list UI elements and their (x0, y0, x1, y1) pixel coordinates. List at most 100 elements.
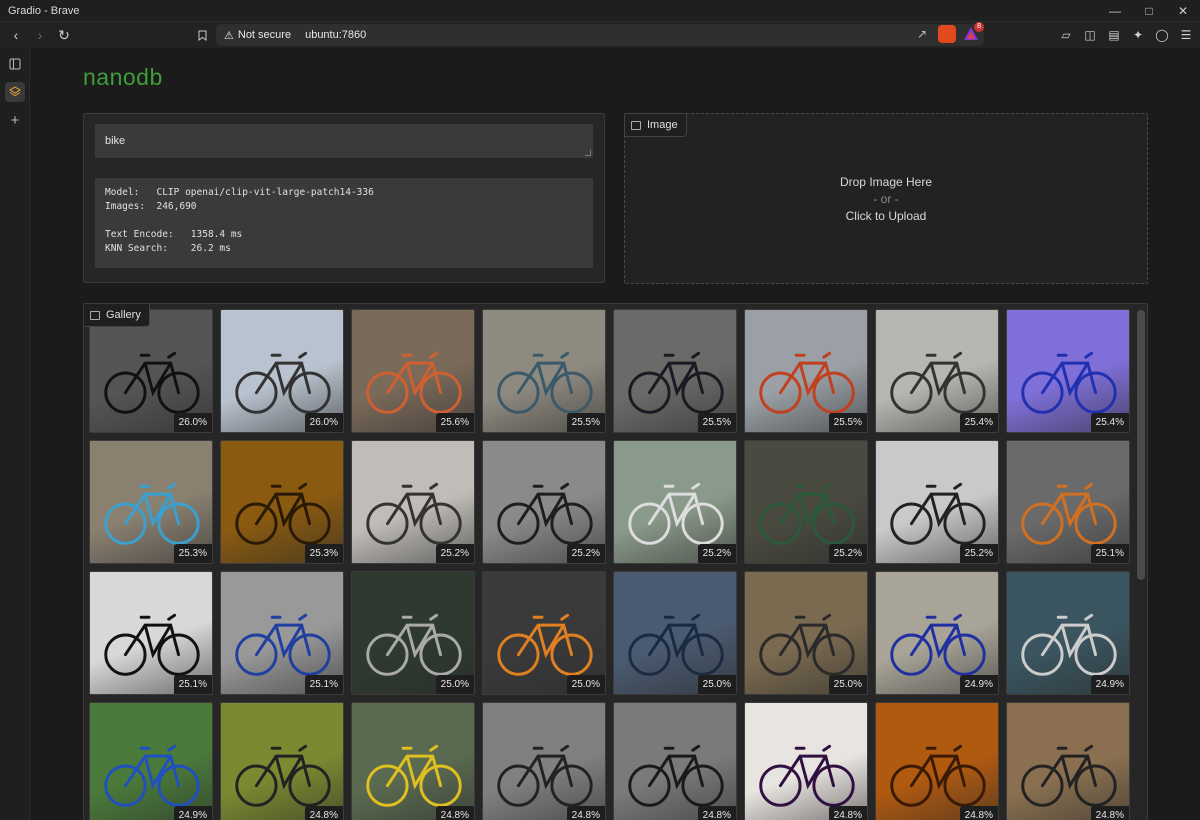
address-bar-actions: ↗ 8 (912, 22, 984, 43)
bookmark-icon[interactable] (192, 25, 212, 45)
gallery-thumbnail[interactable]: 25.5% (613, 309, 737, 433)
address-bar[interactable]: ⚠ Not secure ubuntu:7860 ↗ 8 (216, 22, 984, 46)
gallery-thumbnail[interactable]: 25.3% (220, 440, 344, 564)
similarity-score: 25.2% (828, 544, 867, 563)
similarity-score: 24.8% (304, 806, 343, 820)
gallery-thumbnail[interactable]: 24.8% (482, 702, 606, 820)
gallery-thumbnail[interactable]: 25.4% (875, 309, 999, 433)
similarity-score: 25.2% (435, 544, 474, 563)
vpn-icon[interactable]: ◯ (1152, 24, 1172, 46)
gallery-thumbnail[interactable]: 25.2% (875, 440, 999, 564)
bike-image (628, 744, 724, 807)
similarity-score: 25.3% (304, 544, 343, 563)
similarity-score: 26.0% (173, 413, 212, 432)
similarity-score: 24.9% (959, 675, 998, 694)
similarity-score: 25.2% (697, 544, 736, 563)
close-icon[interactable]: ✕ (1166, 0, 1200, 22)
page-content: nanodb bike Model: CLIP openai/clip-vit-… (31, 48, 1200, 820)
wallet-icon[interactable]: ▤ (1104, 24, 1124, 46)
gallery-thumbnail[interactable]: 25.0% (351, 571, 475, 695)
gallery-thumbnail[interactable]: 26.0% (220, 309, 344, 433)
gallery-thumbnail[interactable]: 24.8% (351, 702, 475, 820)
similarity-score: 25.1% (173, 675, 212, 694)
back-icon[interactable]: ‹ (5, 24, 27, 46)
brave-shields-icon[interactable] (938, 25, 956, 43)
scrollbar-thumb[interactable] (1137, 310, 1145, 580)
gallery-thumbnail[interactable]: 26.0% (89, 309, 213, 433)
maximize-icon[interactable]: □ (1132, 0, 1166, 22)
gallery-thumbnail[interactable]: 25.2% (482, 440, 606, 564)
gallery-thumbnail[interactable]: 25.0% (744, 571, 868, 695)
similarity-score: 26.0% (304, 413, 343, 432)
window-title: Gradio - Brave (8, 4, 80, 17)
gallery-thumbnail[interactable]: 24.8% (744, 702, 868, 820)
leo-ai-icon[interactable]: ✦ (1128, 24, 1148, 46)
forward-icon[interactable]: › (29, 24, 51, 46)
similarity-score: 25.5% (566, 413, 605, 432)
share-icon[interactable]: ↗ (912, 27, 932, 41)
similarity-score: 24.9% (173, 806, 212, 820)
similarity-score: 25.1% (304, 675, 343, 694)
sidebar-toggle-icon[interactable]: ◫ (1080, 24, 1100, 46)
warning-icon: ⚠ (224, 29, 234, 42)
similarity-score: 24.9% (1090, 675, 1129, 694)
gallery-thumbnail[interactable]: 24.8% (613, 702, 737, 820)
similarity-score: 25.4% (1090, 413, 1129, 432)
toolbar-right-icons: ▱ ◫ ▤ ✦ ◯ ☰ (1056, 24, 1196, 46)
menu-icon[interactable]: ☰ (1176, 24, 1196, 46)
gallery-thumbnail[interactable]: 25.6% (351, 309, 475, 433)
gallery-thumbnail[interactable]: 25.0% (482, 571, 606, 695)
similarity-score: 24.8% (566, 806, 605, 820)
gallery-thumbnail[interactable]: 25.2% (351, 440, 475, 564)
gallery-scrollbar[interactable] (1137, 306, 1145, 820)
query-input[interactable]: bike (95, 124, 593, 158)
similarity-score: 25.1% (1090, 544, 1129, 563)
bike-image (497, 744, 593, 807)
similarity-score: 25.5% (697, 413, 736, 432)
similarity-score: 24.8% (828, 806, 867, 820)
drop-text: Drop Image Here (839, 175, 933, 189)
extensions-icon[interactable]: ▱ (1056, 24, 1076, 46)
app-title: nanodb (83, 64, 163, 90)
bike-image (890, 744, 986, 807)
bike-image (759, 744, 855, 807)
url-text[interactable]: ubuntu:7860 (305, 29, 366, 41)
similarity-score: 25.3% (173, 544, 212, 563)
similarity-score: 25.2% (959, 544, 998, 563)
query-panel: bike Model: CLIP openai/clip-vit-large-p… (83, 113, 605, 283)
gallery-thumbnail[interactable]: 24.8% (875, 702, 999, 820)
gallery-thumbnail[interactable]: 24.9% (89, 702, 213, 820)
similarity-score: 25.4% (959, 413, 998, 432)
gallery-thumbnail[interactable]: 25.1% (1006, 440, 1130, 564)
gallery-thumbnail[interactable]: 24.9% (1006, 571, 1130, 695)
similarity-score: 25.0% (435, 675, 474, 694)
gallery-thumbnail[interactable]: 25.1% (220, 571, 344, 695)
similarity-score: 24.8% (435, 806, 474, 820)
gallery-thumbnail[interactable]: 25.5% (482, 309, 606, 433)
layers-icon[interactable] (5, 82, 25, 102)
gallery-thumbnail[interactable]: 24.9% (875, 571, 999, 695)
window-titlebar: Gradio - Brave — □ ✕ (0, 0, 1200, 22)
bike-image (104, 744, 200, 807)
gallery-thumbnail[interactable]: 25.2% (744, 440, 868, 564)
security-indicator[interactable]: ⚠ Not secure (224, 29, 291, 42)
gallery-thumbnail[interactable]: 25.4% (1006, 309, 1130, 433)
reload-icon[interactable]: ↻ (53, 24, 75, 46)
browser-toolbar: ‹ › ↻ ⚠ Not secure ubuntu:7860 ↗ 8 ▱ ◫ ▤… (0, 22, 1200, 48)
gallery-thumbnail[interactable]: 24.8% (1006, 702, 1130, 820)
gallery-thumbnail[interactable]: 24.8% (220, 702, 344, 820)
similarity-score: 24.8% (1090, 806, 1129, 820)
upload-text[interactable]: Click to Upload (625, 209, 1147, 223)
sidebar-panel-icon[interactable] (5, 54, 25, 74)
gallery-thumbnail[interactable]: 25.1% (89, 571, 213, 695)
gallery-thumbnail[interactable]: 25.0% (613, 571, 737, 695)
add-icon[interactable]: + (5, 110, 25, 130)
gallery-thumbnail[interactable]: 25.5% (744, 309, 868, 433)
brave-rewards-icon[interactable]: 8 (962, 22, 984, 43)
security-label: Not secure (237, 29, 292, 41)
image-upload-dropzone[interactable]: Image Drop Image Here - or - Click to Up… (624, 113, 1148, 284)
minimize-icon[interactable]: — (1098, 0, 1132, 22)
gallery-thumbnail[interactable]: 25.2% (613, 440, 737, 564)
similarity-score: 25.6% (435, 413, 474, 432)
gallery-thumbnail[interactable]: 25.3% (89, 440, 213, 564)
